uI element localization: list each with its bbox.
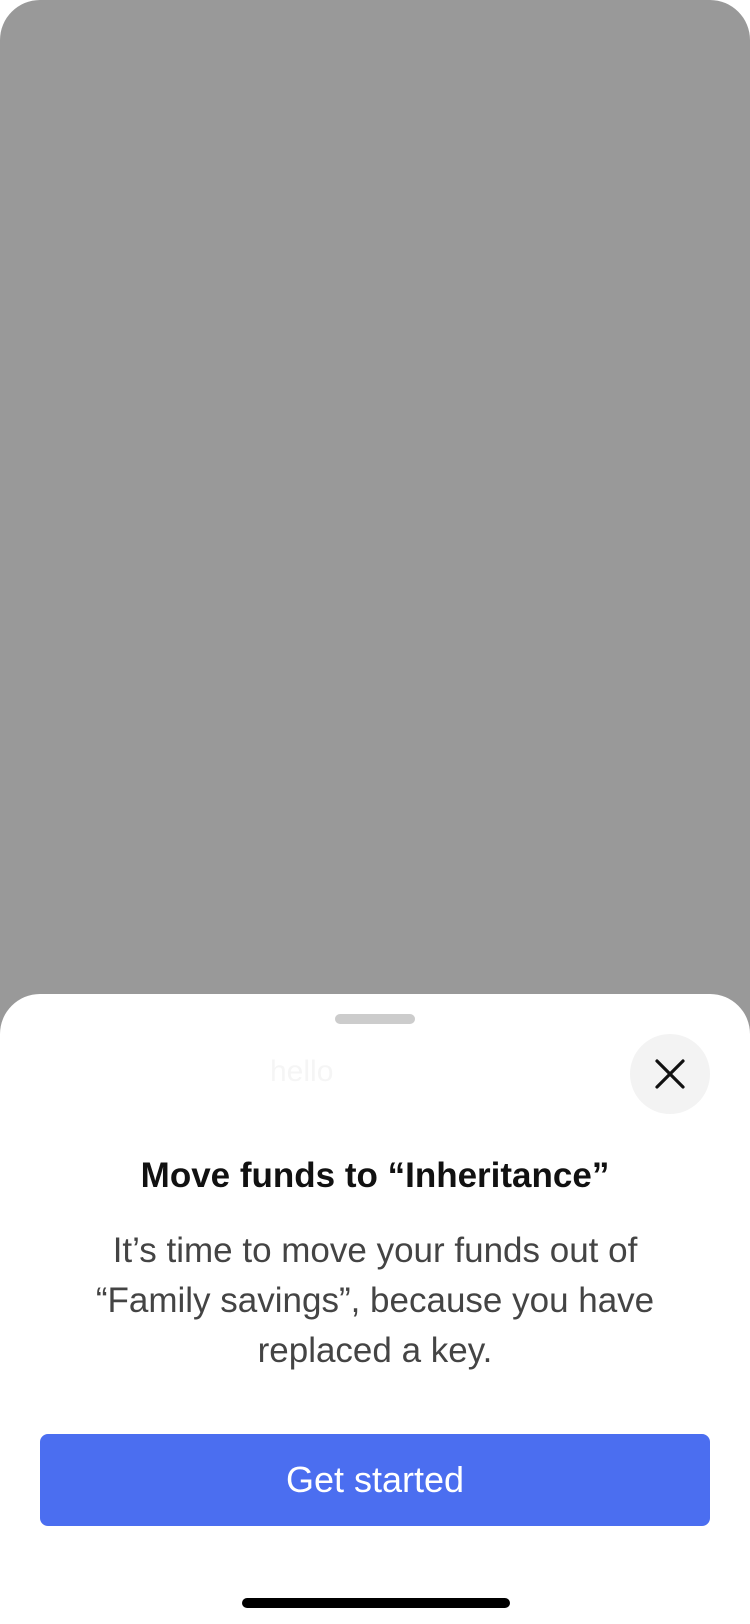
bottom-sheet: hello Move funds to “Inheritance” It’s t… bbox=[0, 994, 750, 1624]
close-icon bbox=[655, 1059, 685, 1089]
sheet-title: Move funds to “Inheritance” bbox=[140, 1156, 610, 1195]
get-started-button[interactable]: Get started bbox=[40, 1434, 710, 1526]
close-button[interactable] bbox=[630, 1034, 710, 1114]
sheet-hidden-label: hello bbox=[270, 1055, 334, 1088]
sheet-description: It’s time to move your funds out of “Fam… bbox=[95, 1231, 655, 1370]
sheet-grabber-handle[interactable] bbox=[335, 1014, 415, 1024]
screen: hello Move funds to “Inheritance” It’s t… bbox=[0, 0, 750, 1624]
home-indicator bbox=[242, 1598, 510, 1608]
